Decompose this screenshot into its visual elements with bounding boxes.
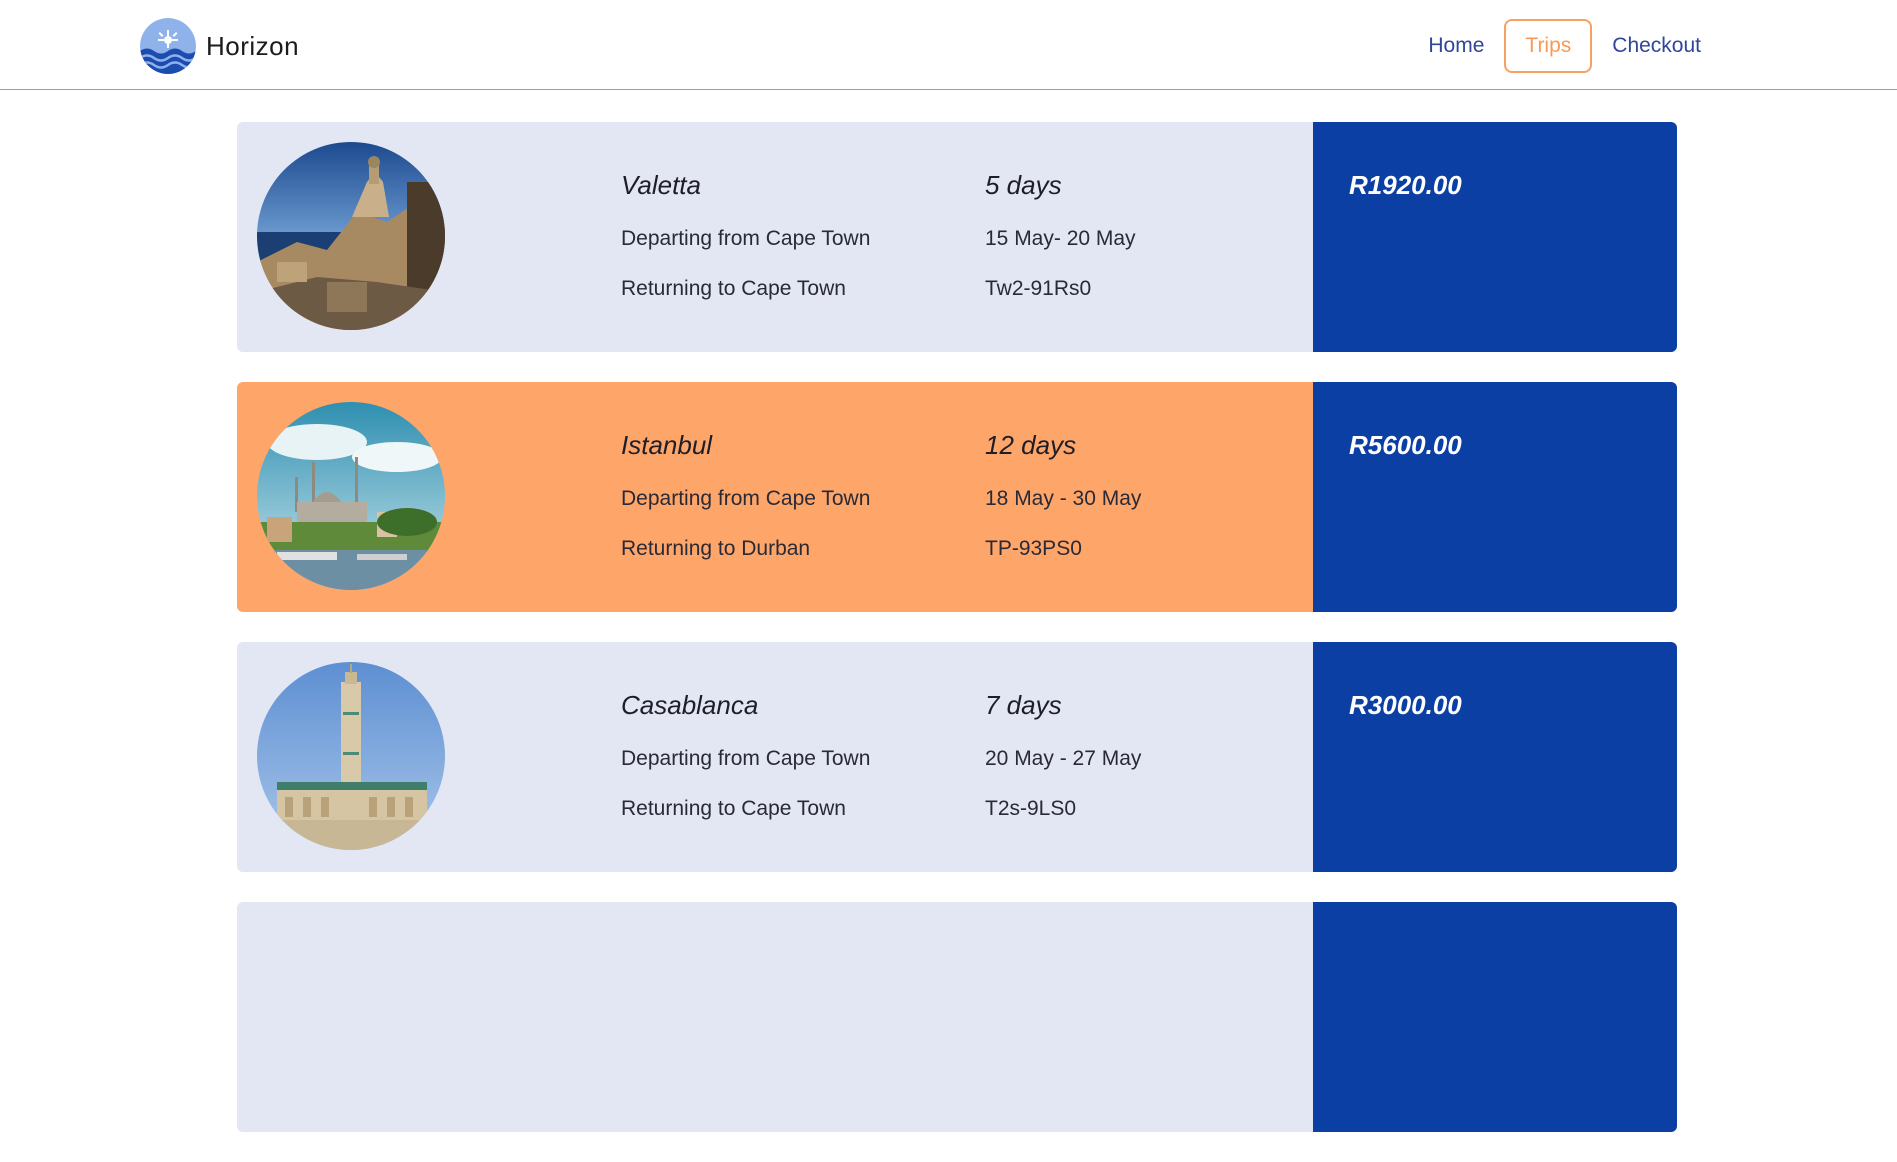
- trip-route-col: Istanbul Departing from Cape Town Return…: [621, 424, 870, 574]
- brand[interactable]: Horizon: [140, 18, 299, 74]
- trip-price: R1920.00: [1349, 170, 1462, 200]
- trip-image-valetta: [257, 142, 445, 330]
- trip-duration: 7 days: [985, 690, 1062, 720]
- trip-card[interactable]: Valetta Departing from Cape Town Returni…: [237, 122, 1677, 352]
- trip-price: R5600.00: [1349, 430, 1462, 460]
- trip-dates: 18 May - 30 May: [985, 487, 1142, 510]
- price-panel: R1920.00: [1313, 122, 1677, 352]
- sun-waves-logo-icon: [140, 18, 196, 74]
- trip-departing: Departing from Cape Town: [621, 747, 871, 770]
- trip-price: R3000.00: [1349, 690, 1462, 720]
- trip-dates: 15 May- 20 May: [985, 227, 1136, 250]
- navbar: Horizon Home Trips Checkout: [0, 0, 1897, 90]
- trip-duration: 5 days: [985, 170, 1062, 200]
- trip-card[interactable]: [237, 902, 1677, 1132]
- trip-details-col: 7 days 20 May - 27 May T2s-9LS0: [985, 684, 1141, 834]
- brand-name: Horizon: [206, 30, 300, 61]
- trip-returning: Returning to Cape Town: [621, 797, 846, 820]
- price-panel: R5600.00: [1313, 382, 1677, 612]
- trip-card[interactable]: Istanbul Departing from Cape Town Return…: [237, 382, 1677, 612]
- trip-city: Casablanca: [621, 690, 759, 720]
- trip-returning: Returning to Durban: [621, 537, 811, 560]
- price-panel: [1313, 902, 1677, 1132]
- trip-city: Valetta: [621, 170, 701, 200]
- trip-city: Istanbul: [621, 430, 713, 460]
- trip-code: T2s-9LS0: [985, 797, 1077, 820]
- trip-image-istanbul: [257, 402, 445, 590]
- trip-duration: 12 days: [985, 430, 1077, 460]
- trip-departing: Departing from Cape Town: [621, 227, 871, 250]
- trip-code: Tw2-91Rs0: [985, 277, 1092, 300]
- trip-departing: Departing from Cape Town: [621, 487, 871, 510]
- price-panel: R3000.00: [1313, 642, 1677, 872]
- nav-links: Home Trips Checkout: [1418, 19, 1711, 73]
- trip-route-col: Casablanca Departing from Cape Town Retu…: [621, 684, 870, 834]
- trip-card[interactable]: Casablanca Departing from Cape Town Retu…: [237, 642, 1677, 872]
- trip-route-col: Valetta Departing from Cape Town Returni…: [621, 164, 870, 314]
- trip-details-col: 12 days 18 May - 30 May TP-93PS0: [985, 424, 1141, 574]
- trip-list: Valetta Departing from Cape Town Returni…: [237, 122, 1677, 1162]
- trip-dates: 20 May - 27 May: [985, 747, 1142, 770]
- nav-home[interactable]: Home: [1418, 20, 1494, 72]
- nav-checkout[interactable]: Checkout: [1602, 20, 1711, 72]
- trip-code: TP-93PS0: [985, 537, 1082, 560]
- trip-image-casablanca: [257, 662, 445, 850]
- nav-trips[interactable]: Trips: [1504, 19, 1593, 73]
- trip-details-col: 5 days 15 May- 20 May Tw2-91Rs0: [985, 164, 1136, 314]
- trip-returning: Returning to Cape Town: [621, 277, 846, 300]
